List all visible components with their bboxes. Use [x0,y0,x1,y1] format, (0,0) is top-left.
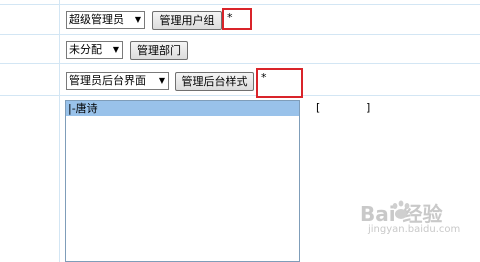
manage-admin-style-button[interactable]: 管理后台样式 [175,72,254,91]
admin-ui-select[interactable]: 管理员后台界面 ▼ [66,72,169,90]
list-item[interactable]: |-唐诗 [66,101,299,116]
chevron-down-icon: ▼ [112,45,119,54]
manage-user-group-button[interactable]: 管理用户组 [152,11,222,30]
column-divider [59,0,60,262]
admin-ui-value: 管理员后台界面 [69,74,146,87]
required-marker: * [256,68,303,98]
department-value: 未分配 [69,43,102,56]
admin-role-select[interactable]: 超级管理员 ▼ [66,11,145,29]
chevron-down-icon: ▼ [158,76,165,85]
required-asterisk: * [261,71,267,84]
manage-department-button[interactable]: 管理部门 [130,41,188,60]
row-divider [0,95,480,96]
row-divider [0,4,480,5]
right-bracket: ] [366,101,371,114]
baidu-jingyan-watermark: Bai 经验 jingyan.baidu.com [360,196,478,244]
required-marker: * [222,8,252,30]
category-listbox[interactable]: |-唐诗 [65,100,300,262]
admin-role-value: 超级管理员 [69,13,124,26]
row-divider [0,63,480,64]
chevron-down-icon: ▼ [134,15,141,24]
required-asterisk: * [227,11,233,24]
watermark-url: jingyan.baidu.com [368,224,461,235]
department-select[interactable]: 未分配 ▼ [66,41,123,59]
left-bracket: [ [316,101,321,114]
paw-icon [392,200,410,219]
row-divider [0,34,480,35]
